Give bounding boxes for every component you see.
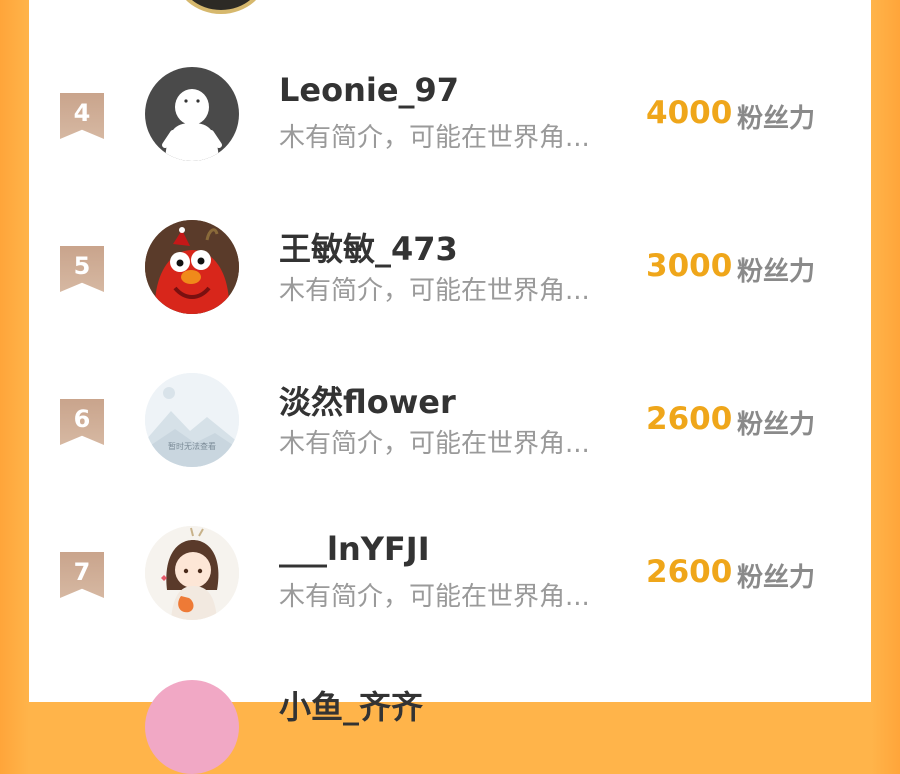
fans-label: 粉丝力 [737, 410, 816, 440]
user-name[interactable]: ___lnYFJI [279, 530, 430, 568]
image-placeholder-icon [145, 373, 239, 467]
list-item[interactable]: 6 暂时无法查看 淡然flower 木有简介，可能在世界角... 2600 粉丝… [29, 373, 871, 523]
fans-count: 2600 [646, 554, 733, 590]
avatar[interactable] [145, 67, 239, 161]
fans-label: 粉丝力 [737, 563, 816, 593]
default-user-icon [162, 89, 222, 161]
anime-avatar-icon [145, 526, 239, 620]
avatar[interactable] [174, 0, 268, 14]
user-name[interactable]: 小鱼_齐齐 [279, 682, 423, 728]
avatar[interactable] [145, 220, 239, 314]
avatar[interactable]: 暂时无法查看 [145, 373, 239, 467]
fans-count: 3000 [646, 248, 733, 284]
list-item[interactable]: 7 ___lnYFJI 木有简介，可能在世界角... 2600 粉丝力 [29, 526, 871, 676]
fans-count: 2600 [646, 401, 733, 437]
user-bio: 木有简介，可能在世界角... [279, 276, 590, 306]
fans-label: 粉丝力 [737, 104, 816, 134]
user-name[interactable]: 王敏敏_473 [279, 224, 458, 270]
rank-badge: 7 [60, 552, 104, 598]
elmo-avatar-icon [145, 220, 239, 314]
placeholder-text: 暂时无法查看 [168, 442, 216, 451]
user-bio: 木有简介，可能在世界角... [279, 582, 590, 612]
fans-label: 粉丝力 [737, 257, 816, 287]
avatar[interactable] [145, 680, 239, 774]
rank-badge: 4 [60, 93, 104, 139]
rank-badge: 5 [60, 246, 104, 292]
user-bio: 木有简介，可能在世界角... [279, 429, 590, 459]
list-item[interactable]: 5 王敏敏_473 木有简介，可能在世界角... 3000 粉丝力 [29, 220, 871, 370]
fans-count: 4000 [646, 95, 733, 131]
user-bio: 木有简介，可能在世界角... [279, 123, 590, 153]
user-name[interactable]: Leonie_97 [279, 71, 459, 109]
rank-badge: 6 [60, 399, 104, 445]
leaderboard-panel: 4 Leonie_97 木有简介，可能在世界角... 4000 粉丝力 5 王敏… [29, 0, 871, 774]
user-name[interactable]: 淡然flower [279, 377, 456, 423]
avatar[interactable] [145, 526, 239, 620]
list-item[interactable]: 4 Leonie_97 木有简介，可能在世界角... 4000 粉丝力 [29, 67, 871, 217]
